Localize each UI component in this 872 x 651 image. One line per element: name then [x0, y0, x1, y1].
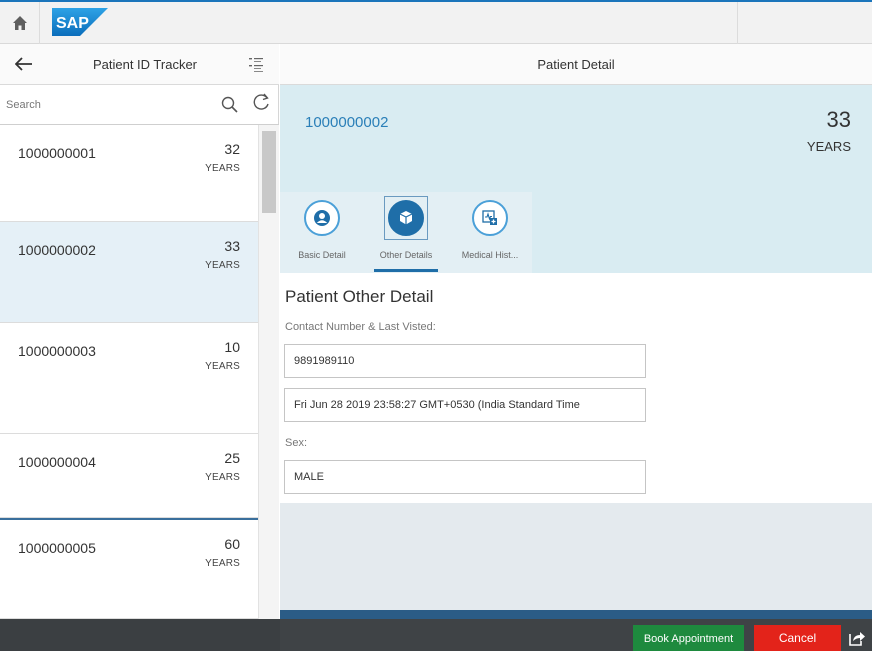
list-item-selected[interactable]: 1000000002 33 YEARS [0, 222, 258, 323]
list-view-button[interactable] [244, 53, 268, 77]
box-icon [399, 211, 413, 225]
footer-bar: Book Appointment Cancel [0, 619, 872, 651]
shell-bar-separator [737, 2, 738, 44]
tab-icon-circle [388, 200, 424, 236]
item-age: 33 [224, 238, 240, 254]
search-icon[interactable] [220, 95, 240, 115]
sap-logo-text: SAP [56, 15, 89, 32]
master-pane: Patient ID Tracker Search 1000000001 32 … [0, 44, 279, 619]
detail-header: Patient Detail [280, 44, 872, 85]
arrow-left-icon [15, 57, 32, 71]
home-button[interactable] [0, 2, 40, 44]
item-id: 1000000001 [18, 145, 96, 161]
item-id: 1000000004 [18, 454, 96, 470]
book-appointment-button[interactable]: Book Appointment [633, 625, 744, 651]
item-age: 32 [224, 141, 240, 157]
tab-label: Basic Detail [298, 250, 346, 260]
item-age: 25 [224, 450, 240, 466]
item-unit: YEARS [205, 260, 240, 271]
tab-medical-history[interactable]: Medical Hist... [448, 192, 532, 273]
item-age: 10 [224, 339, 240, 355]
tab-label: Medical Hist... [461, 250, 519, 260]
phone-field[interactable] [284, 344, 646, 378]
item-unit: YEARS [205, 361, 240, 372]
share-button[interactable] [846, 627, 868, 649]
tab-icon-circle [304, 200, 340, 236]
contact-label: Contact Number & Last Visted: [285, 321, 436, 333]
scrollbar-thumb[interactable] [262, 131, 276, 213]
search-bar [0, 85, 279, 125]
sap-logo: SAP [52, 8, 108, 36]
active-tab-underline [374, 269, 438, 272]
list-item[interactable]: 1000000005 60 YEARS [0, 518, 258, 619]
detail-pane: Patient Detail 1000000002 33 YEARS Basic… [280, 44, 872, 619]
list-view-icon [249, 58, 263, 72]
share-icon [849, 632, 865, 646]
sex-label: Sex: [285, 437, 308, 449]
refresh-icon[interactable] [250, 91, 272, 113]
app-shell: SAP Patient ID Tracker Search 1000000001… [0, 0, 872, 651]
cancel-button[interactable]: Cancel [754, 625, 841, 651]
patient-list: 1000000001 32 YEARS 1000000002 33 YEARS … [0, 125, 258, 619]
object-header: 1000000002 33 YEARS Basic Detail Other D… [280, 85, 872, 273]
form-title: Patient Other Detail [285, 287, 434, 306]
last-visited-field[interactable] [284, 388, 646, 422]
back-button[interactable] [10, 50, 38, 78]
object-age-unit: YEARS [806, 139, 851, 154]
item-id: 1000000003 [18, 343, 96, 359]
list-item[interactable]: 1000000001 32 YEARS [0, 125, 258, 222]
tab-label: Other Details [379, 250, 433, 260]
item-unit: YEARS [205, 558, 240, 569]
list-scrollbar[interactable] [258, 125, 279, 619]
item-unit: YEARS [205, 472, 240, 483]
tab-icon-circle [472, 200, 508, 236]
master-header: Patient ID Tracker [0, 44, 279, 85]
list-item[interactable]: 1000000003 10 YEARS [0, 323, 258, 434]
item-id: 1000000002 [18, 242, 96, 258]
object-id: 1000000002 [305, 114, 389, 131]
tab-other-details[interactable]: Other Details [364, 192, 448, 273]
search-input[interactable] [6, 93, 214, 117]
detail-title: Patient Detail [537, 57, 615, 72]
footer-master-section [0, 619, 280, 651]
item-id: 1000000005 [18, 540, 96, 556]
icon-tab-bar: Basic Detail Other Details Medical Hist.… [280, 192, 532, 273]
shell-bar: SAP [0, 0, 872, 44]
item-unit: YEARS [205, 163, 240, 174]
item-age: 60 [224, 536, 240, 552]
master-title: Patient ID Tracker [92, 57, 198, 72]
other-detail-form: Patient Other Detail Contact Number & La… [280, 273, 872, 503]
object-age: 33 [826, 107, 851, 132]
list-item[interactable]: 1000000004 25 YEARS [0, 434, 258, 518]
tab-basic-detail[interactable]: Basic Detail [280, 192, 364, 273]
person-icon [314, 210, 330, 226]
home-icon [12, 16, 27, 30]
medical-record-icon [482, 210, 497, 225]
sex-field[interactable] [284, 460, 646, 494]
detail-bottom-accent [280, 610, 872, 619]
